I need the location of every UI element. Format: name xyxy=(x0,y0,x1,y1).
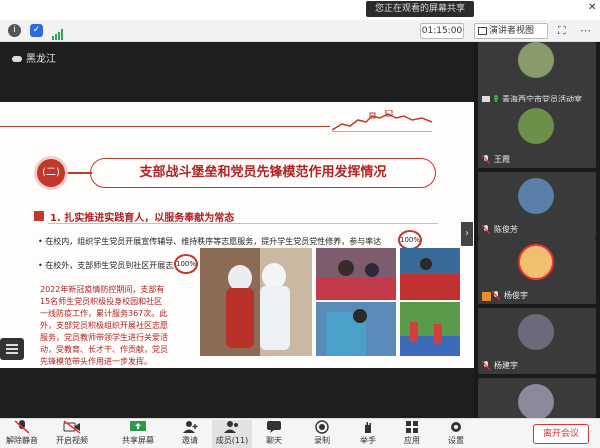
bullet-offcampus: • 在校外，支部师生党员到社区开展志愿服务，参与率达 xyxy=(38,260,174,271)
presentation-slide: (二) 支部战斗堡垒和党员先锋模范作用发挥情况 1. 扎实推进实践育人，以服务奉… xyxy=(0,102,474,368)
participant-avatar xyxy=(518,178,554,214)
mic-muted-icon xyxy=(492,291,500,300)
screen-share-banner: 您正在观看的屏幕共享 xyxy=(366,1,474,17)
settings-label: 设置 xyxy=(448,436,464,445)
bullet-campus-percent: 100% xyxy=(398,230,422,250)
bullet-offcampus-percent: 100% xyxy=(174,254,198,274)
participant-panel: 青海西宁市党员活动室 王霞 陈俊芳 杨俊宇 杨建宇 xyxy=(474,42,600,420)
settings-button[interactable]: 设置 xyxy=(436,420,476,448)
meeting-toolbar: 解除静音 开启视频 共享屏幕 邀请 成员(11) 聊天 录制 举手 应用 设置 … xyxy=(0,418,600,448)
bullet-offcampus-text: 在校外，支部师生党员到社区开展志愿服务，参与率达 xyxy=(45,261,174,270)
participant-tile[interactable]: 杨俊宇 xyxy=(478,238,596,304)
grid-view-icon xyxy=(478,27,487,35)
fullscreen-icon[interactable]: ⛶ xyxy=(558,24,566,38)
mic-muted-icon xyxy=(482,155,490,164)
top-bar: 您正在观看的屏幕共享 ✕ xyxy=(0,0,600,20)
members-label: 成员(11) xyxy=(215,436,249,445)
slide-top-rule xyxy=(0,126,330,127)
apps-icon xyxy=(406,421,418,433)
photo-community-service-4 xyxy=(400,302,460,356)
great-wall-decoration xyxy=(332,110,432,132)
start-video-button[interactable]: 开启视频 xyxy=(52,420,92,448)
shared-screen: 黑龙江 (二) 支部战斗堡垒和党员先锋模范作用发挥情况 1. 扎实推进实践育人，… xyxy=(0,42,474,418)
meeting-window: 您正在观看的屏幕共享 ✕ i ✓ 01:15:00 演讲者视图 ⛶ ⋯ 黑龙江 xyxy=(0,0,600,448)
video-off-icon xyxy=(63,420,81,434)
section-heading: (二) 支部战斗堡垒和党员先锋模范作用发挥情况 xyxy=(34,156,438,190)
participant-avatar xyxy=(518,314,554,350)
epidemic-paragraph: 2022年新冠疫情防控期间，支部有15名师生党员积极投身校园和社区一线防疫工作，… xyxy=(40,285,168,366)
participant-avatar xyxy=(518,42,554,78)
participant-tile[interactable]: 杨建宇 xyxy=(478,308,596,374)
host-icon xyxy=(482,292,491,301)
participant-name: 杨建宇 xyxy=(494,361,518,370)
participant-name: 陈俊芳 xyxy=(494,225,518,234)
subheading-text: 1. 扎实推进实践育人，以服务奉献为常态 xyxy=(50,213,235,224)
signal-icon[interactable] xyxy=(52,25,64,40)
cloud-icon xyxy=(12,56,22,62)
more-icon[interactable]: ⋯ xyxy=(580,24,591,37)
section-number-badge: (二) xyxy=(34,156,68,190)
close-icon[interactable]: ✕ xyxy=(588,2,596,13)
bullet-campus: • 在校内，组织学生党员开展宣传辅导、维持秩序等志愿服务，提升学生党员党性修养，… xyxy=(38,237,382,246)
subheading-underline xyxy=(48,223,438,224)
info-icon[interactable]: i xyxy=(8,24,21,37)
participant-tile[interactable]: 青海西宁市党员活动室 xyxy=(478,42,596,108)
participant-avatar xyxy=(518,108,554,144)
participant-name: 王霞 xyxy=(494,155,510,164)
participant-avatar xyxy=(518,384,554,420)
record-label: 录制 xyxy=(314,436,330,445)
apps-button[interactable]: 应用 xyxy=(392,420,432,448)
subheading-marker xyxy=(34,211,44,221)
meeting-timer: 01:15:00 xyxy=(420,23,464,39)
participant-tile[interactable]: 王霞 xyxy=(478,102,596,168)
bullet-campus-text: 在校内，组织学生党员开展宣传辅导、维持秩序等志愿服务，提升学生党员党性修养，参与… xyxy=(45,237,382,246)
mic-muted-icon xyxy=(482,225,490,234)
photo-community-service-3 xyxy=(400,248,460,300)
apps-label: 应用 xyxy=(404,436,420,445)
section-title: 支部战斗堡垒和党员先锋模范作用发挥情况 xyxy=(90,158,436,188)
unmute-button[interactable]: 解除静音 xyxy=(2,420,42,448)
record-button[interactable]: 录制 xyxy=(302,420,342,448)
mic-muted-icon xyxy=(482,361,490,370)
photo-community-service-2 xyxy=(316,302,396,356)
document-list-icon[interactable] xyxy=(0,338,24,360)
shield-icon[interactable]: ✓ xyxy=(30,24,43,37)
collapse-panel-arrow-icon[interactable]: › xyxy=(461,222,473,246)
mic-muted-icon xyxy=(14,420,30,434)
chat-label: 聊天 xyxy=(266,436,282,445)
share-source-name: 黑龙江 xyxy=(26,54,56,65)
photo-community-service-1 xyxy=(316,248,396,300)
raise-hand-icon xyxy=(365,422,371,433)
share-screen-label: 共享屏幕 xyxy=(122,436,154,445)
settings-icon xyxy=(451,422,461,432)
record-icon xyxy=(315,420,329,434)
invite-button[interactable]: 邀请 xyxy=(170,420,210,448)
participant-avatar xyxy=(518,244,554,280)
raise-hand-label: 举手 xyxy=(360,436,376,445)
participant-tile[interactable]: 陈俊芳 xyxy=(478,172,596,238)
members-icon xyxy=(224,421,238,433)
share-source-title: 黑龙江 xyxy=(12,50,56,65)
participant-tile[interactable] xyxy=(478,378,596,420)
subheading: 1. 扎实推进实践育人，以服务奉献为常态 xyxy=(34,208,438,224)
unmute-label: 解除静音 xyxy=(6,436,38,445)
chat-button[interactable]: 聊天 xyxy=(254,420,294,448)
members-button[interactable]: 成员(11) xyxy=(212,420,252,448)
invite-icon xyxy=(183,421,198,433)
leave-meeting-button[interactable]: 离开会议 xyxy=(533,424,589,444)
share-screen-button[interactable]: 共享屏幕 xyxy=(118,420,158,448)
photo-volunteers-hazmat xyxy=(200,248,312,356)
start-video-label: 开启视频 xyxy=(56,436,88,445)
speaker-view-label: 演讲者视图 xyxy=(489,26,535,36)
heading-connector xyxy=(68,172,92,174)
chat-icon xyxy=(267,421,281,433)
participant-name: 杨俊宇 xyxy=(504,291,528,300)
meeting-info-bar: i ✓ 01:15:00 演讲者视图 ⛶ ⋯ xyxy=(0,20,600,42)
invite-label: 邀请 xyxy=(182,436,198,445)
speaker-view-button[interactable]: 演讲者视图 xyxy=(474,23,548,39)
raise-hand-button[interactable]: 举手 xyxy=(348,420,388,448)
share-screen-icon xyxy=(130,421,146,431)
